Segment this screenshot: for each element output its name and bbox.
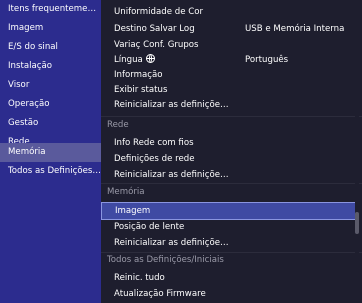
projector-menu-window: Itens frequentemente ... Imagem E/S do s… bbox=[0, 0, 362, 303]
setting-label: Uniformidade de Cor bbox=[114, 7, 204, 17]
setting-reset-memory[interactable]: Reinicializar as definições da ... bbox=[101, 234, 356, 252]
globe-icon bbox=[145, 54, 155, 63]
sidebar-item-signal-io[interactable]: E/S do sinal bbox=[0, 38, 101, 57]
sidebar-item-management[interactable]: Gestão bbox=[0, 114, 101, 133]
sidebar-item-installation[interactable]: Instalação bbox=[0, 57, 101, 76]
section-divider bbox=[101, 116, 362, 117]
setting-label: Imagem bbox=[115, 206, 151, 216]
setting-label: Atualização Firmware bbox=[114, 289, 206, 299]
setting-color-uniformity[interactable]: Uniformidade de Cor bbox=[101, 3, 356, 21]
sidebar-item-all-settings[interactable]: Todos as Definições/Inici... bbox=[0, 162, 101, 181]
setting-label: Reinicializar as definições de ... bbox=[114, 170, 232, 180]
section-header-memory: Memória bbox=[107, 187, 145, 197]
setting-reset-network[interactable]: Reinicializar as definições de ... bbox=[101, 166, 356, 184]
sidebar-item-image[interactable]: Imagem bbox=[0, 19, 101, 38]
category-sidebar: Itens frequentemente ... Imagem E/S do s… bbox=[0, 0, 101, 303]
section-header-all-settings: Todos as Definições/Iniciais bbox=[107, 255, 224, 265]
scrollbar-thumb[interactable] bbox=[355, 212, 359, 234]
setting-reset-definitions[interactable]: Reinicializar as definições de ... bbox=[101, 96, 356, 114]
setting-label: Língua bbox=[114, 55, 143, 65]
settings-list: Uniformidade de Cor Destino Salvar Log U… bbox=[101, 0, 362, 303]
sidebar-item-frequent[interactable]: Itens frequentemente ... bbox=[0, 0, 101, 19]
setting-firmware-update[interactable]: Atualização Firmware bbox=[101, 285, 356, 303]
setting-label: Reinicializar as definições da ... bbox=[114, 238, 232, 248]
sidebar-item-memory[interactable]: Memória bbox=[0, 143, 101, 162]
setting-label: Reinicializar as definições de ... bbox=[114, 100, 232, 110]
sidebar-item-display[interactable]: Visor bbox=[0, 76, 101, 95]
scrollbar[interactable] bbox=[355, 0, 359, 303]
section-header-network: Rede bbox=[107, 120, 129, 130]
sidebar-item-operation[interactable]: Operação bbox=[0, 95, 101, 114]
